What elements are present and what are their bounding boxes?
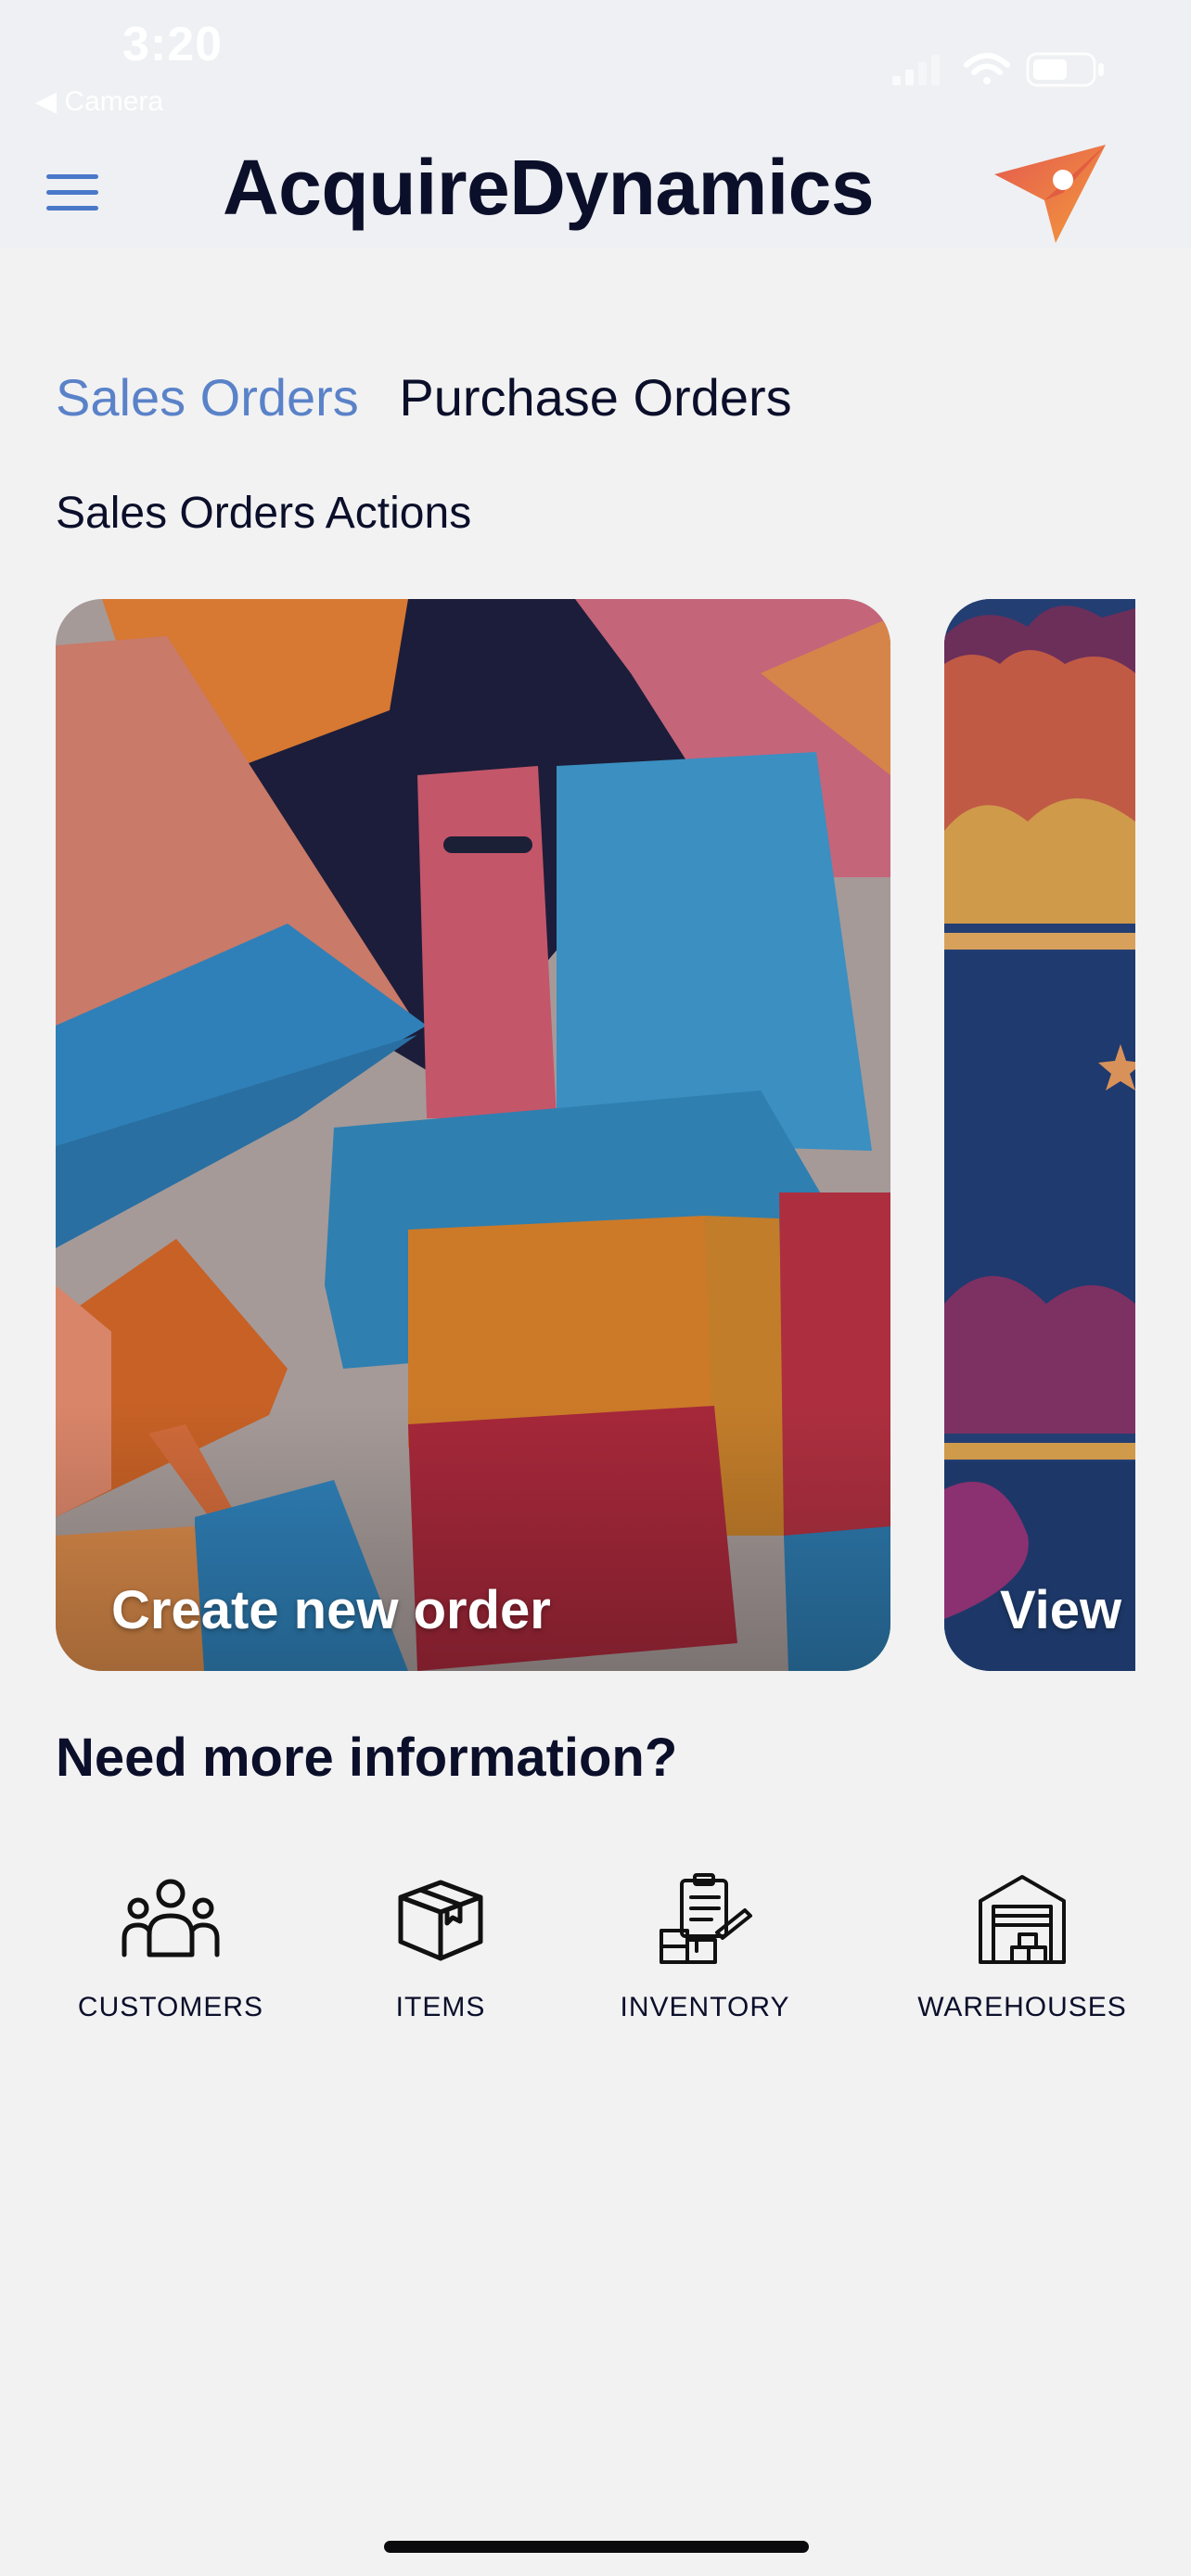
tab-sales-orders[interactable]: Sales Orders bbox=[56, 367, 359, 427]
items-link[interactable]: ITEMS bbox=[320, 1873, 561, 2023]
home-indicator[interactable] bbox=[384, 2541, 809, 2553]
app-title: AcquireDynamics bbox=[223, 144, 875, 231]
warehouse-icon bbox=[979, 1875, 1066, 1964]
signal-icon bbox=[892, 55, 940, 85]
warehouses-link[interactable]: WAREHOUSES bbox=[902, 1873, 1143, 2023]
customers-label: CUSTOMERS bbox=[77, 1992, 264, 2022]
paper-plane-logo-icon[interactable] bbox=[991, 139, 1113, 250]
inventory-link[interactable]: INVENTORY bbox=[584, 1873, 826, 2023]
create-new-order-card[interactable]: Create new order bbox=[56, 599, 890, 1671]
customers-link[interactable]: CUSTOMERS bbox=[50, 1873, 291, 2023]
warehouses-label: WAREHOUSES bbox=[917, 1992, 1127, 2022]
box-package-icon bbox=[398, 1880, 483, 1961]
items-label: ITEMS bbox=[395, 1992, 486, 2022]
card-caption-view: View bbox=[1000, 1580, 1122, 1640]
status-indicators bbox=[892, 52, 1104, 87]
top-bar: 3:20 ◀ Camera AcquireDynamics bbox=[0, 0, 1191, 249]
people-group-icon bbox=[122, 1879, 220, 1958]
night-sky-clouds-illustration bbox=[944, 599, 1135, 1671]
card-caption-create-new-order: Create new order bbox=[111, 1580, 551, 1640]
battery-icon bbox=[1026, 52, 1104, 87]
hamburger-menu-icon[interactable] bbox=[46, 174, 98, 211]
view-orders-card[interactable]: View bbox=[944, 599, 1135, 1671]
clipboard-boxes-icon bbox=[660, 1873, 752, 1964]
section-label: Sales Orders Actions bbox=[56, 489, 472, 538]
back-to-camera-link[interactable]: ◀ Camera bbox=[35, 85, 163, 118]
tab-purchase-orders[interactable]: Purchase Orders bbox=[399, 367, 791, 427]
info-heading: Need more information? bbox=[56, 1728, 678, 1788]
order-tabs: Sales Orders Purchase Orders bbox=[56, 367, 818, 427]
status-time: 3:20 bbox=[122, 18, 224, 71]
inventory-label: INVENTORY bbox=[620, 1992, 790, 2022]
wifi-icon bbox=[964, 53, 1010, 84]
colorful-notebooks-illustration bbox=[56, 599, 890, 1671]
